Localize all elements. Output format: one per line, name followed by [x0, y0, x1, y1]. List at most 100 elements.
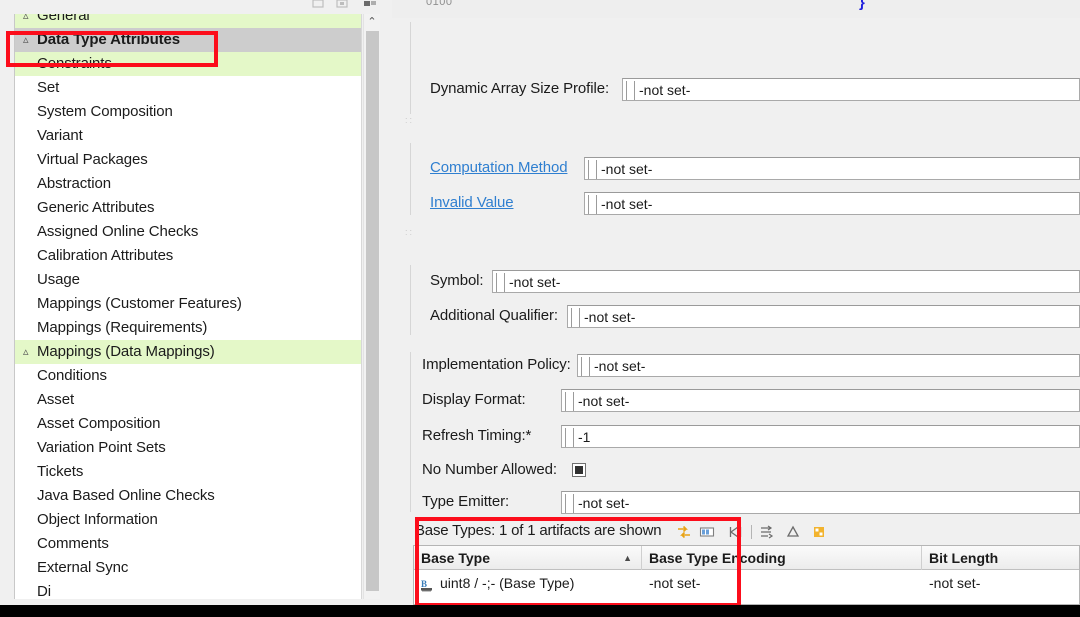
expand-triangle-icon: ▵: [23, 34, 29, 46]
view-menu-icon[interactable]: [362, 0, 378, 12]
invalid-value-link[interactable]: Invalid Value: [430, 190, 514, 216]
base-types-table[interactable]: Base Type ▲ Base Type Encoding Bit Lengt…: [413, 545, 1080, 605]
base-types-title: Base Types: 1 of 1 artifacts are shown: [415, 522, 662, 539]
sidebar-item-comments[interactable]: Comments: [15, 532, 361, 556]
sidebar-item-list[interactable]: ▵ General ▵ Data Type Attributes Constra…: [14, 14, 362, 599]
maximize-view-icon[interactable]: [334, 0, 350, 12]
sidebar-item-di[interactable]: Di: [15, 580, 361, 599]
field-dynamic-array-size-profile: Dynamic Array Size Profile: -not set-: [392, 76, 1080, 102]
sidebar-item-label: System Composition: [37, 103, 173, 120]
field-label: No Number Allowed:: [422, 461, 557, 478]
scroll-up-arrow-icon[interactable]: ⌃: [364, 14, 380, 31]
sidebar-item-label: Calibration Attributes: [37, 247, 174, 264]
show-columns-icon[interactable]: [698, 523, 716, 541]
link-with-editor-icon[interactable]: [675, 523, 693, 541]
column-header-base-type-encoding[interactable]: Base Type Encoding: [642, 546, 922, 570]
field-value: -not set-: [639, 82, 691, 98]
sidebar-item-system-composition[interactable]: System Composition: [15, 100, 361, 124]
base-types-header-bar: Base Types: 1 of 1 artifacts are shown: [410, 519, 1080, 545]
svg-text:B: B: [421, 579, 427, 589]
sidebar-item-label: Mappings (Data Mappings): [37, 343, 215, 360]
sidebar-item-general[interactable]: ▵ General: [15, 14, 361, 28]
dynamic-array-size-profile-input[interactable]: -not set-: [622, 78, 1080, 101]
sidebar-item-label: General: [37, 14, 90, 24]
sidebar-item-label: Data Type Attributes: [37, 31, 181, 48]
filter-sort-icon[interactable]: [758, 523, 776, 541]
sidebar-item-label: External Sync: [37, 559, 129, 576]
field-value: -not set-: [509, 274, 561, 290]
sidebar-item-usage[interactable]: Usage: [15, 268, 361, 292]
variant-icon[interactable]: [810, 523, 828, 541]
sidebar-item-label: Mappings (Requirements): [37, 319, 208, 336]
sidebar-item-mappings-requirements[interactable]: Mappings (Requirements): [15, 316, 361, 340]
sidebar-tabstrip: [0, 0, 392, 14]
scrollbar-thumb[interactable]: [366, 31, 379, 591]
refresh-timing-input[interactable]: -1: [561, 425, 1080, 448]
sidebar-item-mappings-customer-features[interactable]: Mappings (Customer Features): [15, 292, 361, 316]
field-refresh-timing: Refresh Timing:* -1: [392, 423, 1080, 449]
additional-qualifier-input[interactable]: -not set-: [567, 305, 1080, 328]
column-header-label: Base Type Encoding: [649, 550, 786, 566]
sidebar-item-label: Constraints: [37, 55, 112, 72]
sort-ascending-icon: ▲: [623, 553, 632, 563]
cell-base-type-encoding: -not set-: [642, 571, 922, 595]
sidebar-item-assigned-online-checks[interactable]: Assigned Online Checks: [15, 220, 361, 244]
field-label: Display Format:: [422, 391, 526, 408]
sidebar-item-label: Usage: [37, 271, 80, 288]
field-label: Type Emitter:: [422, 493, 510, 510]
field-label: Refresh Timing:*: [422, 427, 532, 444]
field-handle-icon: [565, 494, 574, 513]
minimize-view-icon[interactable]: [310, 0, 326, 12]
table-row[interactable]: B uint8 / -;- (Base Type) -not set- -not…: [414, 571, 1079, 595]
type-emitter-input[interactable]: -not set-: [561, 491, 1080, 514]
sidebar-item-tickets[interactable]: Tickets: [15, 460, 361, 484]
sidebar-item-label: Generic Attributes: [37, 199, 155, 216]
sidebar-item-asset[interactable]: Asset: [15, 388, 361, 412]
sidebar-scrollbar[interactable]: ⌃: [363, 14, 380, 599]
field-value: -not set-: [601, 161, 653, 177]
expand-triangle-icon: ▵: [23, 14, 29, 22]
column-header-bit-length[interactable]: Bit Length: [922, 546, 1079, 570]
navigation-sidebar: ▵ General ▵ Data Type Attributes Constra…: [0, 0, 392, 605]
sidebar-item-generic-attributes[interactable]: Generic Attributes: [15, 196, 361, 220]
sidebar-item-label: Variation Point Sets: [37, 439, 166, 456]
section-grip-handle[interactable]: ::: [405, 228, 416, 237]
sidebar-item-variant[interactable]: Variant: [15, 124, 361, 148]
sidebar-item-asset-composition[interactable]: Asset Composition: [15, 412, 361, 436]
computation-method-link[interactable]: Computation Method: [430, 155, 568, 181]
field-handle-icon: [581, 357, 590, 376]
sidebar-item-java-based-online-checks[interactable]: Java Based Online Checks: [15, 484, 361, 508]
sidebar-item-abstraction[interactable]: Abstraction: [15, 172, 361, 196]
expand-triangle-icon: ▵: [23, 346, 29, 358]
sidebar-item-external-sync[interactable]: External Sync: [15, 556, 361, 580]
sidebar-item-conditions[interactable]: Conditions: [15, 364, 361, 388]
field-value: -not set-: [578, 393, 630, 409]
navigate-next-icon[interactable]: [727, 523, 745, 541]
display-format-input[interactable]: -not set-: [561, 389, 1080, 412]
column-header-base-type[interactable]: Base Type ▲: [414, 546, 642, 570]
computation-method-input[interactable]: -not set-: [584, 157, 1080, 180]
sidebar-item-virtual-packages[interactable]: Virtual Packages: [15, 148, 361, 172]
field-display-format: Display Format: -not set-: [392, 387, 1080, 413]
field-handle-icon: [588, 160, 597, 179]
implementation-policy-input[interactable]: -not set-: [577, 354, 1080, 377]
no-number-allowed-checkbox[interactable]: [572, 463, 586, 477]
field-handle-icon: [496, 273, 505, 292]
sidebar-item-label: Abstraction: [37, 175, 111, 192]
symbol-input[interactable]: -not set-: [492, 270, 1080, 293]
sidebar-item-mappings-data-mappings[interactable]: ▵ Mappings (Data Mappings): [15, 340, 361, 364]
sidebar-item-set[interactable]: Set: [15, 76, 361, 100]
sidebar-item-variation-point-sets[interactable]: Variation Point Sets: [15, 436, 361, 460]
detail-panel-top-stub: 0100 }: [392, 0, 1080, 18]
field-symbol: Symbol: -not set-: [392, 268, 1080, 294]
sidebar-item-calibration-attributes[interactable]: Calibration Attributes: [15, 244, 361, 268]
invalid-value-input[interactable]: -not set-: [584, 192, 1080, 215]
field-value: -1: [578, 429, 591, 445]
sidebar-item-constraints[interactable]: Constraints: [15, 52, 361, 76]
sidebar-item-data-type-attributes[interactable]: ▵ Data Type Attributes: [15, 28, 361, 52]
truncated-blue-marker: }: [859, 0, 865, 11]
sidebar-item-object-information[interactable]: Object Information: [15, 508, 361, 532]
delta-icon[interactable]: [784, 523, 802, 541]
field-value: -not set-: [584, 309, 636, 325]
section-grip-handle[interactable]: ::: [405, 116, 416, 125]
